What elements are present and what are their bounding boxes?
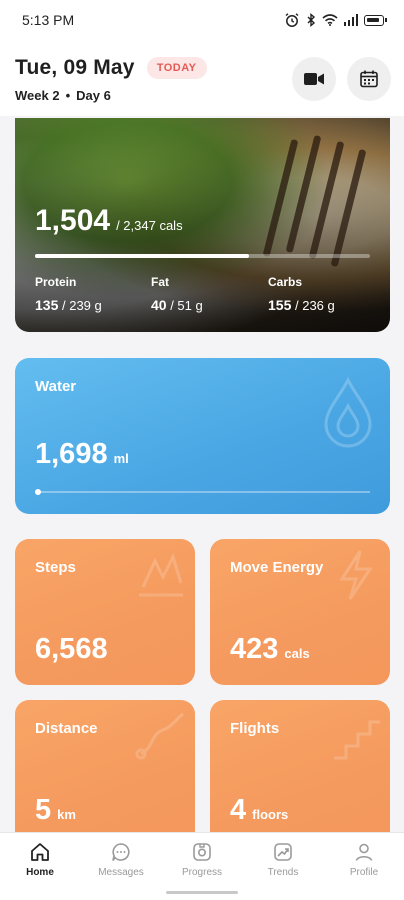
steps-icon [139,552,183,597]
week-day-label: Week 2 • Day 6 [15,88,111,103]
macro-fat: Fat 40 / 51 g [151,275,203,313]
tile-value: 4 floors [230,794,288,827]
nutrition-card[interactable]: 1,504 / 2,347 cals Protein 135 / 239 g F… [15,118,390,332]
calories-goal: / 2,347 cals [116,218,183,233]
calendar-button[interactable] [347,57,391,101]
macro-goal: / 51 g [170,298,203,313]
tab-messages[interactable]: Messages [81,841,161,878]
tile-title: Steps [35,559,76,576]
water-unit: ml [113,451,129,466]
macro-protein: Protein 135 / 239 g [35,275,102,313]
current-date[interactable]: Tue, 09 May [15,56,135,80]
tile-value: 6,568 [35,633,114,666]
tile-unit: floors [252,807,289,822]
calories-summary: 1,504 / 2,347 cals [35,204,183,238]
battery-icon [364,14,387,26]
macro-label: Fat [151,275,169,289]
tile-value: 423 cals [230,633,310,666]
move-energy-tile[interactable]: Move Energy 423 cals [210,539,390,685]
tab-label: Progress [181,867,222,878]
tab-trends[interactable]: Trends [243,841,323,878]
stairs-icon [334,720,380,760]
water-progress-indicator [35,489,41,495]
calories-progress-fill [35,254,250,258]
day-label: Day 6 [76,88,111,103]
flights-tile[interactable]: Flights 4 floors [210,700,390,846]
macro-value: 40 / 51 g [151,297,203,313]
energy-icon [339,550,373,600]
status-time: 5:13 PM [22,12,75,28]
water-progress-track [35,491,370,493]
bottom-tab-bar: Home Messages Progress Trends Profile [0,832,404,900]
macro-goal: / 239 g [61,298,102,313]
profile-icon [355,843,373,861]
progress-icon [193,843,211,861]
macro-label: Protein [35,275,77,289]
tile-number: 423 [230,633,279,665]
bluetooth-icon [307,13,315,27]
tile-number: 6,568 [35,633,108,665]
macro-amount: 40 [151,297,167,313]
tab-progress[interactable]: Progress [162,841,242,878]
wifi-icon [321,14,338,26]
tile-unit: cals [284,646,310,661]
home-icon [31,843,49,861]
macro-amount: 135 [35,297,59,313]
water-drop-icon [324,376,372,448]
water-title: Water [35,378,77,395]
video-camera-icon [304,73,324,85]
separator-dot: • [65,88,71,103]
alarm-icon [285,13,298,27]
tab-label: Home [26,867,54,878]
tab-label: Messages [98,867,144,878]
macro-value: 135 / 239 g [35,297,102,313]
macro-label: Carbs [268,275,303,289]
calendar-icon [360,70,378,88]
status-bar: 5:13 PM [0,0,404,40]
header: Tue, 09 May TODAY Week 2 • Day 6 [0,40,404,116]
tab-label: Profile [349,867,379,878]
tile-unit: km [57,807,76,822]
week-label: Week 2 [15,88,60,103]
distance-tile[interactable]: Distance 5 km [15,700,195,846]
messages-icon [112,843,130,861]
water-card[interactable]: Water 1,698 ml [15,358,390,514]
home-indicator[interactable] [166,891,238,894]
tab-label: Trends [267,867,299,878]
water-amount: 1,698 ml [35,438,129,471]
trends-icon [274,843,292,861]
tile-title: Flights [230,720,280,737]
tile-value: 5 km [35,794,76,827]
today-badge: TODAY [146,57,207,79]
water-value: 1,698 [35,438,108,470]
steps-tile[interactable]: Steps 6,568 [15,539,195,685]
calories-consumed: 1,504 [35,204,111,237]
tab-home[interactable]: Home [0,841,80,878]
tab-profile[interactable]: Profile [324,841,404,878]
tile-number: 5 [35,794,52,826]
signal-icon [343,14,358,26]
calories-progress-track [35,254,370,258]
macro-amount: 155 [268,297,292,313]
status-icons [284,12,387,28]
distance-icon [135,712,184,760]
date-row: Tue, 09 May TODAY [15,56,207,80]
video-call-button[interactable] [292,57,336,101]
tile-number: 4 [230,794,247,826]
macro-goal: / 236 g [294,298,335,313]
tile-title: Distance [35,720,98,737]
macro-carbs: Carbs 155 / 236 g [268,275,335,313]
tile-title: Move Energy [230,559,324,576]
macro-value: 155 / 236 g [268,297,335,313]
